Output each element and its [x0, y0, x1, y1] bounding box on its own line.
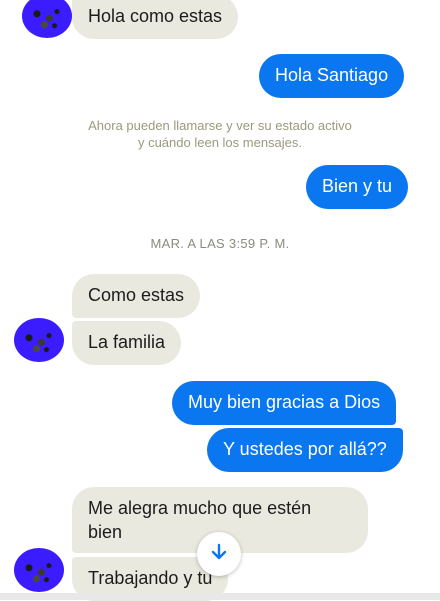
message-text: Trabajando y tu — [88, 568, 213, 588]
incoming-message[interactable]: Como estas — [72, 274, 201, 318]
incoming-message[interactable]: La familia — [72, 321, 182, 365]
system-notice-line: y cuándo leen los mensajes. — [137, 135, 303, 150]
system-notice: Ahora pueden llamarse y ver su estado ac… — [0, 117, 440, 151]
system-notice-line: Ahora pueden llamarse y ver su estado ac… — [88, 118, 352, 133]
arrow-down-icon — [209, 542, 229, 567]
message-text: Me alegra mucho que estén — [88, 498, 312, 518]
outgoing-message[interactable]: Y ustedes por allá?? — [207, 428, 403, 472]
message-text: Bien y tu — [322, 176, 393, 196]
contact-avatar[interactable] — [14, 318, 64, 362]
message-text: Y ustedes por allá?? — [223, 439, 387, 459]
message-text: Muy bien gracias a Dios — [188, 392, 381, 412]
message-text: Hola Santiago — [275, 65, 389, 85]
outgoing-message[interactable]: Hola Santiago — [259, 54, 405, 98]
outgoing-message[interactable]: Bien y tu — [306, 165, 409, 209]
timestamp: MAR. A LAS 3:59 P. M. — [150, 236, 290, 251]
message-text: La familia — [88, 332, 166, 352]
outgoing-message[interactable]: Muy bien gracias a Dios — [172, 381, 397, 425]
incoming-message[interactable]: Hola como estas — [72, 0, 239, 39]
bottom-divider — [0, 593, 440, 600]
contact-avatar[interactable] — [22, 0, 72, 38]
message-text: Hola como estas — [88, 6, 223, 26]
contact-avatar[interactable] — [14, 548, 64, 592]
scroll-to-bottom-button[interactable] — [197, 532, 241, 576]
message-text: Como estas — [88, 285, 185, 305]
